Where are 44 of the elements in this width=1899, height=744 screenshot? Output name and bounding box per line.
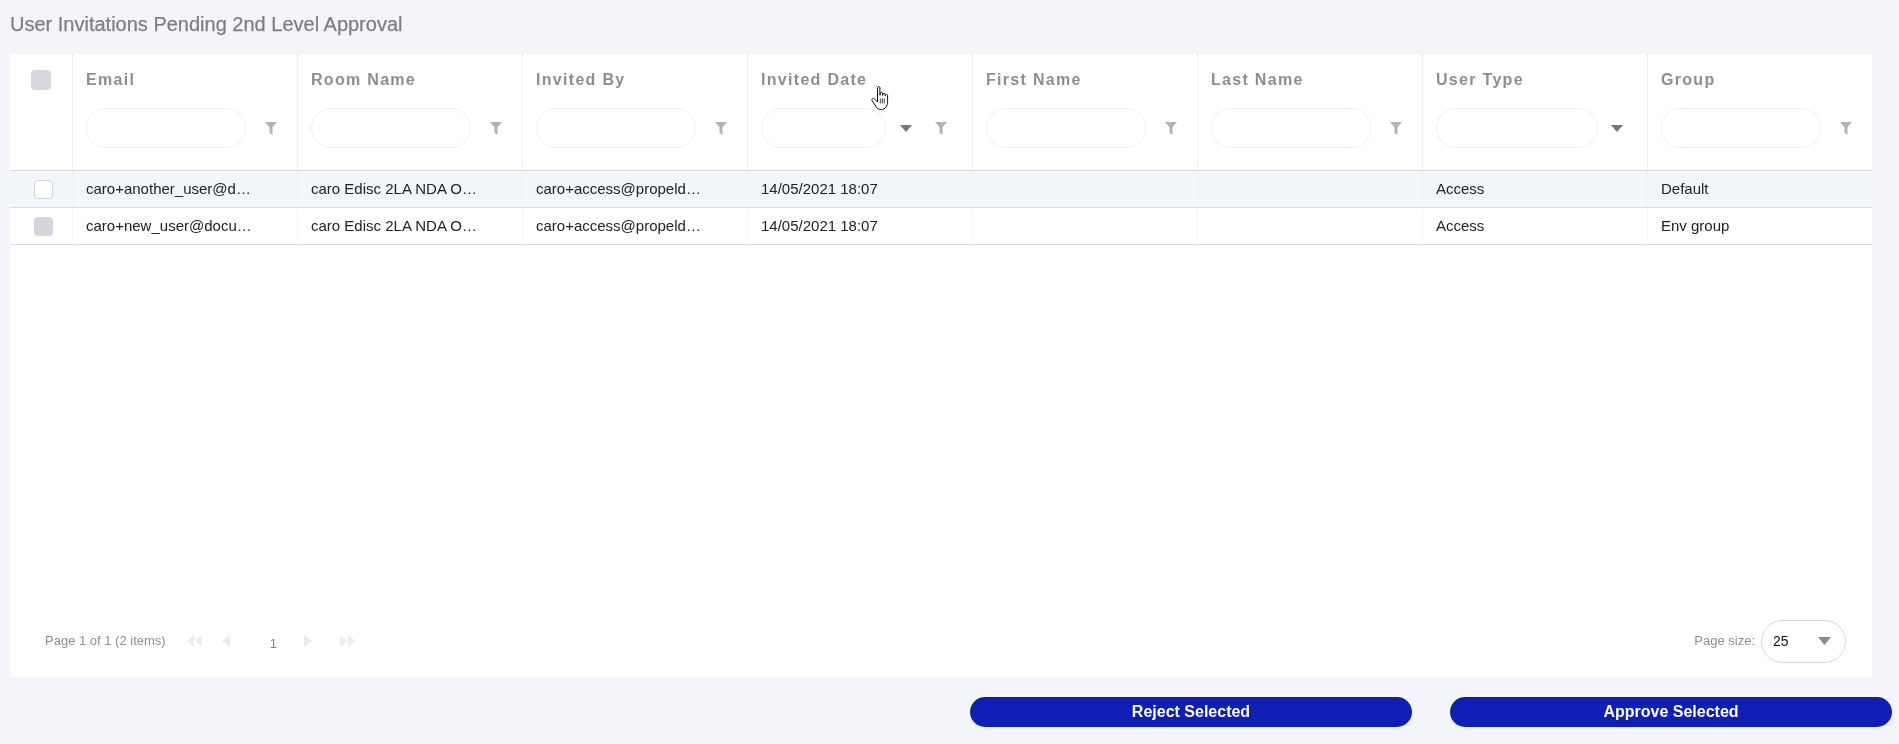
- filter-icon[interactable]: [1165, 121, 1177, 135]
- table-cell: Env group: [1661, 217, 1730, 235]
- table-cell: 14/05/2021 18:07: [761, 217, 878, 235]
- page-number[interactable]: 1: [269, 635, 277, 652]
- table-row[interactable]: caro+new_user@docu… caro Edisc 2LA NDA O… caro+access@propeld… 14/05/2021 18:07 Access Env group: [10, 208, 1872, 245]
- table-cell: caro Edisc 2LA NDA O…: [311, 180, 477, 198]
- caret-icon[interactable]: [900, 124, 912, 132]
- filter-icon[interactable]: [265, 121, 277, 135]
- caret-icon[interactable]: [1611, 124, 1623, 132]
- column-header[interactable]: Email: [86, 70, 136, 90]
- filter-icon[interactable]: [490, 121, 502, 135]
- table-cell: Access: [1436, 217, 1485, 235]
- hand-cursor-icon: [871, 86, 890, 110]
- page-title: User Invitations Pending 2nd Level Approval: [9, 12, 403, 35]
- table-cell: caro+access@propeld…: [536, 180, 701, 198]
- page-size-dropdown[interactable]: 25: [1761, 619, 1846, 663]
- table-cell: caro+another_user@d…: [86, 180, 251, 198]
- row-checkbox[interactable]: [34, 216, 53, 236]
- column-header[interactable]: Invited By: [536, 70, 626, 90]
- table-cell: Default: [1661, 180, 1709, 198]
- table-row[interactable]: caro+another_user@d… caro Edisc 2LA NDA O… caro+access@propeld… 14/05/2021 18:07 Access Default: [10, 171, 1872, 208]
- approve-button[interactable]: Approve Selected: [1450, 697, 1892, 727]
- column-header[interactable]: User Type: [1436, 70, 1524, 90]
- row-checkbox[interactable]: [34, 179, 53, 199]
- reject-button[interactable]: Reject Selected: [970, 697, 1412, 727]
- column-header[interactable]: Last Name: [1211, 70, 1304, 90]
- filter-icon[interactable]: [935, 121, 947, 135]
- filter-icon[interactable]: [1840, 121, 1852, 135]
- table-cell: 14/05/2021 18:07: [761, 180, 878, 198]
- table-cell: Access: [1436, 180, 1485, 198]
- table-cell: caro+new_user@docu…: [86, 217, 252, 235]
- column-header[interactable]: Room Name: [311, 70, 417, 90]
- filter-icon[interactable]: [1390, 121, 1402, 135]
- page-size-label: Page size:: [1694, 633, 1755, 649]
- table-cell: caro+access@propeld…: [536, 217, 701, 235]
- pager-summary: Page 1 of 1 (2 items): [45, 633, 166, 649]
- select-all-checkbox[interactable]: [31, 70, 51, 90]
- column-header[interactable]: Invited Date: [761, 70, 868, 90]
- column-header[interactable]: Group: [1661, 70, 1716, 90]
- filter-icon[interactable]: [715, 121, 727, 135]
- filter-field[interactable]: [761, 108, 886, 148]
- table-cell: caro Edisc 2LA NDA O…: [311, 217, 477, 235]
- caret-icon[interactable]: [1818, 637, 1831, 645]
- column-header[interactable]: First Name: [986, 70, 1082, 90]
